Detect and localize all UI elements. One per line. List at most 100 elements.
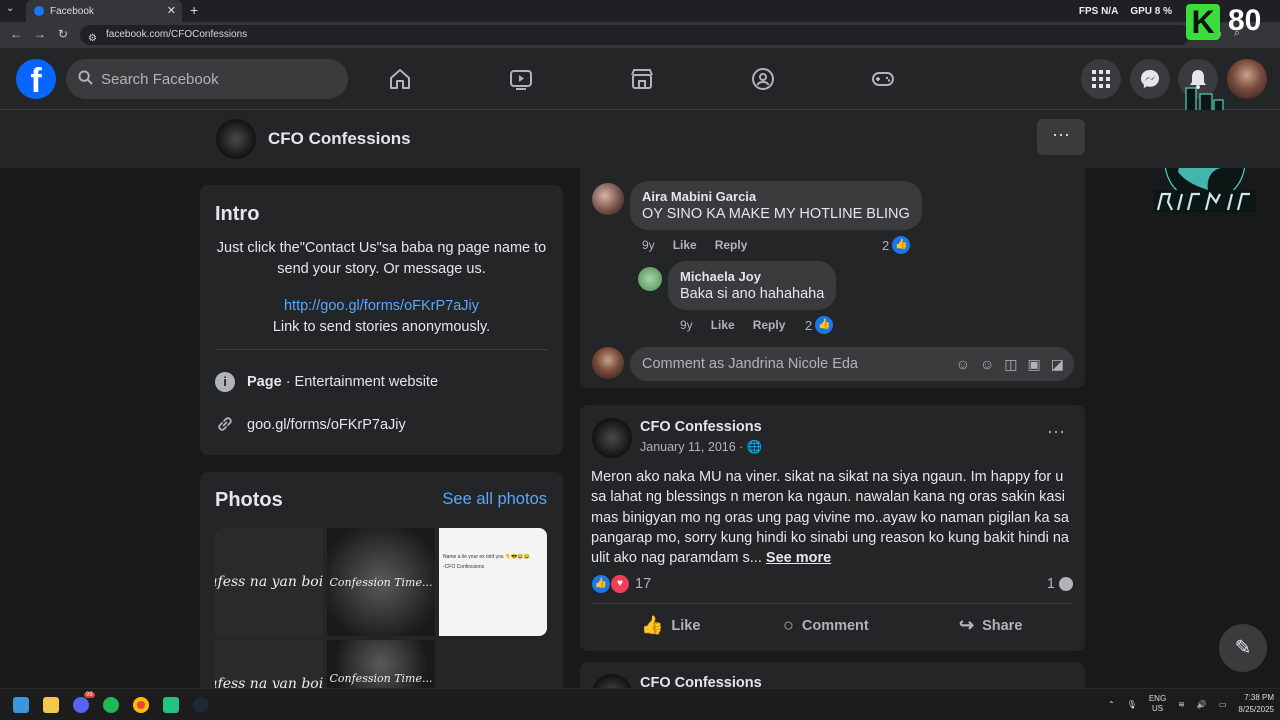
language-region: US: [1151, 704, 1164, 713]
photo-thumbnail[interactable]: Name a lie your ex told you 👇😎😂😂 -CFO Co…: [439, 528, 547, 636]
browser-tab[interactable]: Facebook ✕: [26, 0, 182, 22]
reply-text: Baka si ano hahahaha: [680, 286, 825, 302]
steam-icon[interactable]: [193, 697, 209, 713]
app-icon[interactable]: [163, 697, 179, 713]
menu-grid-icon[interactable]: [1081, 59, 1121, 99]
groups-icon[interactable]: [750, 66, 776, 92]
comment-reply-button[interactable]: Reply: [715, 238, 748, 252]
like-reaction-icon: 👍: [892, 236, 911, 254]
new-message-compose-icon[interactable]: ✎: [1219, 624, 1267, 672]
discord-icon[interactable]: [73, 697, 89, 713]
post-comment-count[interactable]: 1: [1047, 576, 1073, 592]
page-avatar[interactable]: [216, 119, 256, 159]
windows-start-icon[interactable]: [13, 697, 29, 713]
commenter-name[interactable]: Aira Mabini Garcia: [642, 189, 910, 204]
like-reaction-icon: 👍: [592, 575, 610, 593]
file-explorer-icon[interactable]: [43, 697, 59, 713]
marketplace-icon[interactable]: [629, 66, 655, 92]
photo-thumbnail[interactable]: Confession Time...: [327, 528, 435, 636]
gaming-icon[interactable]: [870, 66, 896, 92]
post-date[interactable]: January 11, 2016 · 🌐: [640, 440, 762, 455]
home-icon[interactable]: [387, 66, 413, 92]
commenter-avatar[interactable]: [592, 183, 624, 215]
post-comment-label: Comment: [801, 617, 869, 634]
post-more-options-button[interactable]: ···: [1047, 421, 1065, 442]
site-info-icon[interactable]: ⚙: [88, 29, 97, 49]
system-tray: ⌃ 🎙 ENG US ≋ 🔊 ▭ 7:38 PM 8/25/2025: [1108, 692, 1274, 716]
fps-label: FPS: [1078, 5, 1099, 17]
post-share-button[interactable]: ↪ Share: [959, 615, 1022, 636]
reply-reply-button[interactable]: Reply: [753, 318, 786, 332]
intro-link-text[interactable]: http://goo.gl/forms/oFKrP7aJiy: [284, 298, 479, 314]
clock-date: 8/25/2025: [1238, 705, 1274, 714]
comment-like-button[interactable]: Like: [673, 238, 697, 252]
comment-actions: 9y Like Reply: [642, 238, 747, 252]
see-all-photos-link[interactable]: See all photos: [442, 490, 547, 509]
back-icon[interactable]: ←: [10, 27, 22, 41]
reply-avatar[interactable]: [638, 267, 662, 291]
website-row[interactable]: goo.gl/forms/oFKrP7aJiy: [215, 415, 406, 435]
post-author-avatar[interactable]: [592, 418, 632, 458]
tab-list-button[interactable]: ⌄: [6, 3, 14, 14]
photo-caption: -CFO Confessions: [443, 564, 485, 570]
current-user-avatar[interactable]: [592, 347, 624, 379]
photo-thumbnail[interactable]: afess na yan boi!: [215, 528, 323, 636]
url-text: facebook.com/CFOConfessions: [106, 29, 248, 40]
post-share-label: Share: [982, 617, 1023, 634]
comment-input[interactable]: Comment as Jandrina Nicole Eda ☺ ☺ ◫ ▣ ◪: [630, 347, 1074, 381]
post-comment-button[interactable]: ○ Comment: [783, 615, 869, 636]
chrome-icon[interactable]: [133, 697, 149, 713]
url-field[interactable]: ⚙ facebook.com/CFOConfessions: [80, 25, 1190, 45]
post-card: CFO Confessions January 11, 2016 · 🌐 ···…: [580, 405, 1085, 651]
facebook-logo-icon[interactable]: f: [16, 59, 56, 100]
page-more-options-button[interactable]: ···: [1037, 119, 1085, 155]
search-placeholder: Search Facebook: [101, 70, 219, 88]
fps-value: N/A: [1101, 5, 1119, 17]
microphone-icon[interactable]: 🎙: [1127, 700, 1137, 709]
battery-icon[interactable]: ▭: [1219, 700, 1227, 709]
comment-bubble-icon: [1059, 577, 1073, 591]
post-reactions[interactable]: 👍 ♥ 17: [592, 575, 651, 593]
sticker-icon[interactable]: ◪: [1051, 347, 1064, 381]
post-like-button[interactable]: 👍 Like: [641, 615, 700, 636]
language-indicator[interactable]: ENG US: [1149, 694, 1166, 714]
photo-thumbnail[interactable]: afess na yan boi!: [215, 640, 323, 688]
reply-reactions[interactable]: 2 👍: [805, 316, 834, 334]
clock[interactable]: 7:38 PM 8/25/2025: [1238, 692, 1274, 716]
spotify-icon[interactable]: [103, 697, 119, 713]
reply-age[interactable]: 9y: [680, 318, 693, 332]
reload-icon[interactable]: ↻: [58, 27, 68, 41]
close-tab-icon[interactable]: ✕: [167, 4, 176, 17]
comment-age[interactable]: 9y: [642, 238, 655, 252]
website-link[interactable]: goo.gl/forms/oFKrP7aJiy: [247, 417, 406, 433]
comment-input-placeholder: Comment as Jandrina Nicole Eda: [642, 356, 858, 372]
photo-caption: Name a lie your ex told you 👇😎😂😂: [443, 554, 530, 560]
reply-reaction-count: 2: [805, 317, 813, 333]
comment-reactions[interactable]: 2 👍: [882, 236, 911, 254]
intro-link[interactable]: http://goo.gl/forms/oFKrP7aJiy: [215, 298, 548, 314]
emoji-icon[interactable]: ☺: [980, 347, 994, 381]
intro-card: Intro Just click the"Contact Us"sa baba …: [200, 185, 563, 455]
new-tab-button[interactable]: +: [190, 2, 198, 18]
share-icon: ↪: [959, 615, 975, 635]
reply-author-name[interactable]: Michaela Joy: [680, 269, 824, 284]
wifi-icon[interactable]: ≋: [1178, 700, 1185, 709]
post-author-name[interactable]: CFO Confessions: [640, 419, 762, 435]
photo-caption: Confession Time...: [329, 575, 433, 589]
tray-overflow-icon[interactable]: ⌃: [1108, 700, 1115, 709]
photos-heading: Photos: [215, 489, 283, 511]
photo-thumbnail[interactable]: Confession Time...: [327, 640, 435, 688]
search-input[interactable]: Search Facebook: [66, 59, 348, 99]
tab-title: Facebook: [50, 5, 94, 17]
camera-icon[interactable]: ◫: [1004, 347, 1017, 381]
avatar-sticker-icon[interactable]: ☺: [956, 347, 970, 381]
page-title[interactable]: CFO Confessions: [268, 129, 411, 149]
see-more-link[interactable]: See more: [766, 550, 831, 566]
gif-icon[interactable]: ▣: [1028, 347, 1041, 381]
video-icon[interactable]: [508, 66, 534, 92]
forward-icon[interactable]: →: [34, 27, 46, 41]
volume-icon[interactable]: 🔊: [1197, 700, 1207, 709]
search-icon: [78, 69, 93, 89]
reply-like-button[interactable]: Like: [711, 318, 735, 332]
page-category: · Entertainment website: [281, 374, 439, 390]
